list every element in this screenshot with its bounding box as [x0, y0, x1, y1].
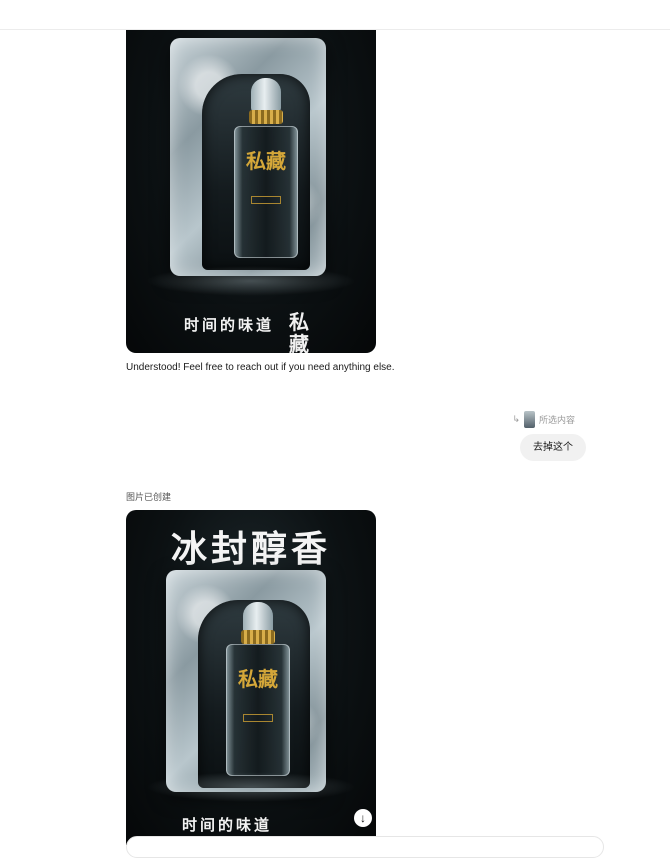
- message-input[interactable]: [126, 836, 604, 858]
- image-created-status: 图片已创建: [126, 492, 172, 502]
- floor-reflection: [146, 266, 356, 296]
- quote-thumbnail: [523, 411, 535, 428]
- bottle: 私藏: [221, 78, 311, 278]
- quoted-selection[interactable]: ↳ 所选内容: [512, 411, 575, 428]
- quote-label: 所选内容: [538, 415, 575, 425]
- download-icon[interactable]: ↓: [354, 809, 372, 827]
- image-caption-vertical: 私藏: [289, 312, 309, 353]
- bottle-label: 私藏: [238, 667, 278, 691]
- image-caption: 时间的味道: [184, 317, 275, 334]
- generated-image[interactable]: 冰封醇香 私藏 时间的味道 ↓: [126, 510, 376, 845]
- reply-arrow-icon: ↳: [512, 414, 520, 424]
- assistant-message: Understood! Feel free to reach out if yo…: [126, 362, 395, 373]
- top-bar: [0, 0, 670, 30]
- floor-reflection: [146, 772, 356, 802]
- generated-image-previous[interactable]: 私藏 时间的味道 私藏: [126, 30, 376, 353]
- user-message-bubble: 去掉这个: [520, 434, 586, 461]
- bottle-label: 私藏: [246, 149, 286, 173]
- image-caption: 时间的味道: [182, 817, 273, 834]
- image-headline: 冰封醇香: [170, 528, 331, 569]
